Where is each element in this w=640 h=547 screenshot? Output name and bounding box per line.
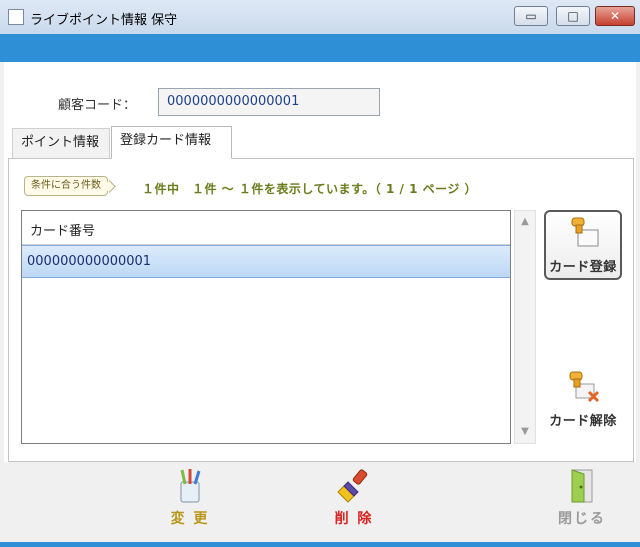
- close-label: 閉じる: [558, 511, 606, 527]
- door-icon: [571, 469, 593, 503]
- delete-label: 削 除: [334, 511, 374, 527]
- delete-button[interactable]: 削 除: [314, 468, 394, 530]
- change-label: 変 更: [170, 511, 210, 527]
- header-band: [0, 34, 640, 62]
- list-item[interactable]: 000000000000001: [22, 245, 510, 278]
- minimize-button[interactable]: ▭: [514, 6, 548, 26]
- card-register-label: カード登録: [549, 260, 617, 275]
- change-button[interactable]: 変 更: [150, 468, 230, 530]
- app-icon: [8, 9, 24, 25]
- card-list: カード番号 000000000000001: [21, 210, 511, 444]
- card-release-icon: [569, 371, 600, 403]
- close-window-button[interactable]: ✕: [595, 6, 635, 26]
- bottom-strip: [0, 542, 640, 547]
- title-bar: ライブポイント情報 保守 ▭ □ ✕: [0, 0, 640, 35]
- scroll-up-icon[interactable]: ▲: [515, 213, 535, 231]
- close-button[interactable]: 閉じる: [542, 468, 622, 530]
- tab-point-info[interactable]: ポイント情報: [12, 128, 110, 158]
- scroll-down-icon[interactable]: ▼: [515, 423, 535, 441]
- card-release-label: カード解除: [549, 414, 617, 429]
- tab-registered-cards[interactable]: 登録カード情報: [111, 126, 232, 159]
- maximize-button[interactable]: □: [556, 6, 590, 26]
- paging-status: １件中 １件 ～ １件を表示しています。（ 1 / 1 ページ ）: [142, 182, 478, 196]
- card-release-button[interactable]: カード解除: [544, 366, 622, 436]
- card-register-button[interactable]: カード登録: [544, 210, 622, 280]
- card-number: 000000000000001: [27, 254, 152, 269]
- brush-icon: [337, 469, 368, 503]
- filter-count-badge: 条件に合う件数: [24, 176, 108, 196]
- card-register-icon: [571, 217, 599, 247]
- list-scrollbar[interactable]: ▲ ▼: [514, 210, 536, 444]
- customer-code-field: 0000000000000001: [158, 88, 380, 116]
- window-title: ライブポイント情報 保守: [30, 13, 178, 28]
- column-header-card-number: カード番号: [30, 224, 96, 239]
- customer-code-label: 顧客コード：: [58, 98, 137, 113]
- pencil-cup-icon: [180, 469, 201, 503]
